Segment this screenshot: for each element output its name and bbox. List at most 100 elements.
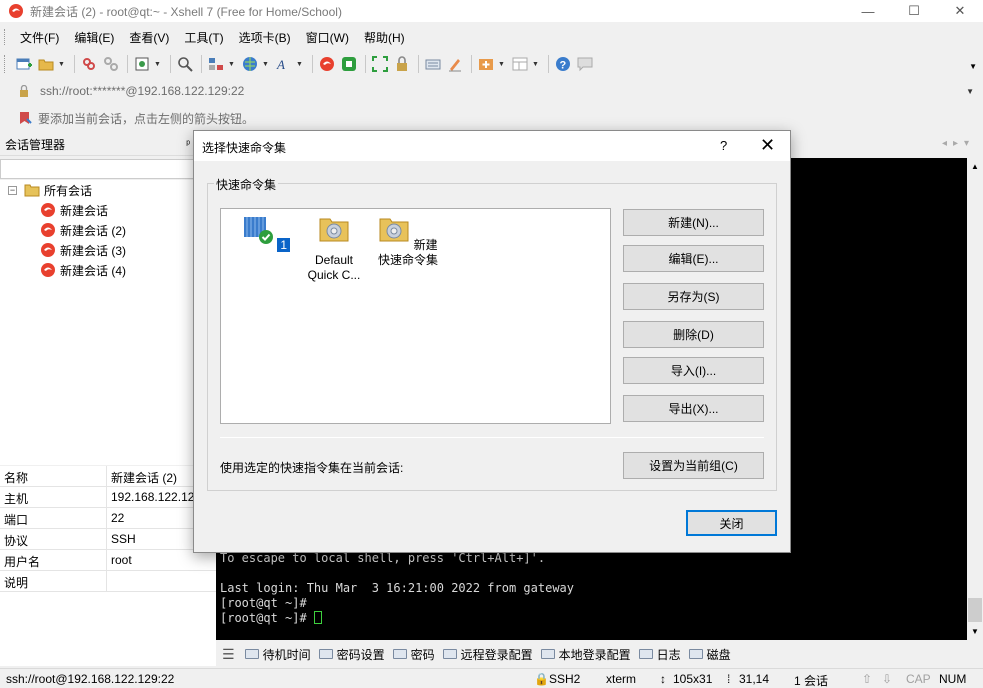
minimize-button[interactable]: — [845,0,891,22]
quick-cmd-disk[interactable]: 磁盘 [688,646,731,663]
delete-button[interactable]: 删除(D) [623,321,764,348]
disconnect-icon[interactable] [101,54,121,74]
tree-item-session-4[interactable]: 新建会话 (4) [40,260,126,280]
tree-item-all-sessions[interactable]: 所有会话 [24,180,92,200]
font-icon[interactable]: A [274,54,294,74]
menu-tabs[interactable]: 选项卡(B) [229,29,296,46]
list-item-new-quick-set[interactable]: 新建快速命令集 [373,213,443,268]
toolbar-separator [312,55,313,73]
prop-column-divider[interactable] [106,466,107,592]
quick-cmd-log[interactable]: 日志 [638,646,681,663]
xshell-icon[interactable] [317,54,337,74]
search-icon[interactable] [175,54,195,74]
terminal-scrollbar[interactable]: ▲ ▼ [967,158,983,640]
status-cap: CAP [906,672,931,686]
keyboard-icon[interactable] [423,54,443,74]
menu-edit[interactable]: 编辑(E) [64,29,119,46]
scroll-up-icon[interactable]: ▲ [971,162,979,171]
open-dropdown-icon[interactable]: ▼ [58,61,66,68]
address-bar[interactable]: ssh://root:*******@192.168.122.129:22 ▼ [10,80,980,102]
quick-cmd-password-settings[interactable]: 密码设置 [318,646,385,663]
list-item-set-1[interactable]: 1 [231,213,301,253]
pin-icon[interactable]: ᵖ [186,139,190,150]
xshell-session-icon [41,223,55,237]
import-button[interactable]: 导入(I)... [623,357,764,384]
status-next-icon[interactable]: ⇩ [882,672,892,686]
menu-view[interactable]: 查看(V) [119,29,174,46]
keyboard-icon [688,649,703,659]
bookmark-arrow-icon[interactable] [18,111,32,125]
prop-value: 新建会话 (2) [111,471,178,485]
dialog-close-icon[interactable]: ✕ [760,135,775,156]
export-button[interactable]: 导出(X)... [623,395,764,422]
menu-file[interactable]: 文件(F) [10,29,64,46]
hamburger-menu-icon[interactable]: ☰ [222,646,235,663]
session-search-input[interactable] [0,159,196,179]
tree-item-session-2[interactable]: 新建会话 (2) [40,220,126,240]
list-item-default-quick[interactable]: Default Quick C... [299,213,369,283]
dialog-help-button[interactable]: ? [720,138,727,153]
lock-icon[interactable] [392,54,412,74]
set-as-current-button[interactable]: 设置为当前组(C) [623,452,764,479]
transfer-dropdown-icon[interactable]: ▼ [228,61,236,68]
help-icon[interactable]: ? [553,54,573,74]
maximize-button[interactable]: ☐ [891,0,937,22]
toolbar-overflow-icon[interactable]: ▼ [969,62,977,71]
hint-text: 要添加当前会话，点击左侧的箭头按钮。 [38,111,255,126]
tree-item-label: 新建会话 (2) [60,223,127,238]
menu-help[interactable]: 帮助(H) [354,29,410,46]
address-text[interactable]: ssh://root:*******@192.168.122.129:22 [40,84,244,98]
menubar-grip[interactable] [4,29,7,45]
quick-cmd-label: 待机时间 [262,647,311,662]
quick-command-set-icon [379,218,409,242]
toolbar-grip[interactable] [4,55,7,73]
add-tab-dropdown-icon[interactable]: ▼ [498,61,506,68]
font-dropdown-icon[interactable]: ▼ [296,61,304,68]
globe-dropdown-icon[interactable]: ▼ [262,61,270,68]
layout-icon[interactable] [510,54,530,74]
fullscreen-icon[interactable] [370,54,390,74]
scroll-thumb[interactable] [968,598,982,622]
status-prev-icon[interactable]: ⇧ [862,672,872,686]
quick-cmd-remote-login[interactable]: 远程登录配置 [442,646,533,663]
layout-dropdown-icon[interactable]: ▼ [532,61,540,68]
xshell-session-icon [41,243,55,257]
add-tab-icon[interactable] [476,54,496,74]
address-dropdown-icon[interactable]: ▼ [966,87,974,96]
new-session-icon[interactable] [14,54,34,74]
quick-cmd-standby[interactable]: 待机时间 [244,646,311,663]
properties-dropdown-icon[interactable]: ▼ [154,61,162,68]
tree-item-session-3[interactable]: 新建会话 (3) [40,240,126,260]
tab-scroll-icons[interactable]: ◂▸▾ [942,138,975,149]
connect-icon[interactable] [79,54,99,74]
prop-row-username: 用户名 root [0,550,216,571]
xftp-icon[interactable] [339,54,359,74]
scroll-down-icon[interactable]: ▼ [971,627,979,636]
save-as-button[interactable]: 另存为(S) [623,283,764,310]
quick-cmd-label: 密码 [410,647,435,662]
quick-command-set-list[interactable]: 1 Default Quick C... 新建快速命令集 [220,208,611,424]
terminal-cursor [313,611,322,624]
quick-cmd-label: 远程登录配置 [460,647,533,662]
transfer-icon[interactable] [206,54,226,74]
close-window-button[interactable]: ✕ [937,0,983,22]
properties-icon[interactable] [132,54,152,74]
quick-command-bar: ☰ 待机时间 密码设置 密码 远程登录配置 本地登录配置 日志 磁盘 [216,642,983,666]
toolbar-separator [127,55,128,73]
new-button[interactable]: 新建(N)... [623,209,764,236]
status-sessions: 1 会话 [794,674,829,688]
tree-collapse-icon[interactable]: − [8,186,17,195]
chat-icon[interactable] [575,54,595,74]
tree-item-session-1[interactable]: 新建会话 [40,200,108,220]
highlight-icon[interactable] [445,54,465,74]
prop-value: 22 [111,511,125,525]
close-dialog-button[interactable]: 关闭 [686,510,777,536]
quick-cmd-password[interactable]: 密码 [392,646,435,663]
menu-tools[interactable]: 工具(T) [174,29,228,46]
menu-window[interactable]: 窗口(W) [296,29,354,46]
globe-icon[interactable] [240,54,260,74]
prop-value: 192.168.122.129 [111,490,202,504]
edit-button[interactable]: 编辑(E)... [623,245,764,272]
quick-cmd-local-login[interactable]: 本地登录配置 [540,646,631,663]
open-folder-icon[interactable] [36,54,56,74]
